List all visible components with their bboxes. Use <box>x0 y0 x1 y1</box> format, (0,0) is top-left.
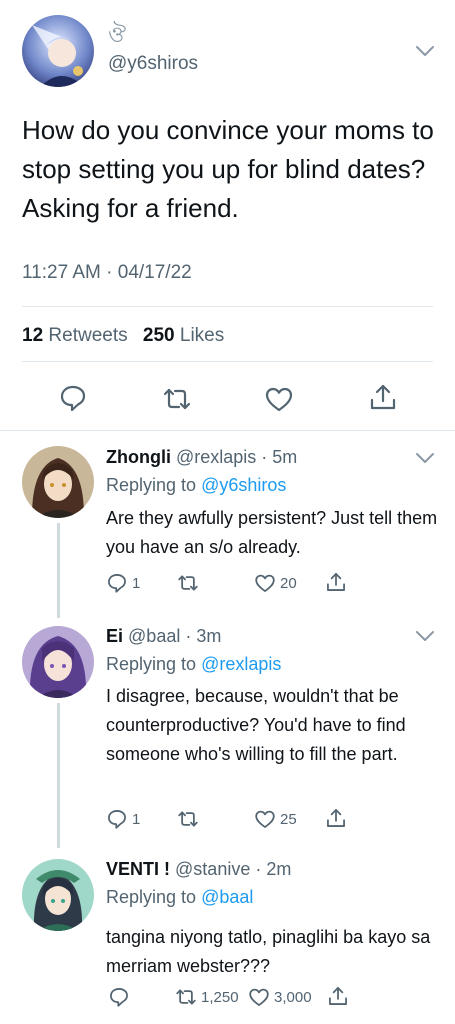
reply-count: 1 <box>132 810 141 828</box>
retweets-count[interactable]: 12 <box>22 325 43 346</box>
retweet-count: 1,250 <box>201 988 239 1006</box>
like-count: 25 <box>280 810 297 828</box>
reply-count: 1 <box>132 574 141 592</box>
share-icon[interactable] <box>368 382 398 412</box>
retweet-button[interactable] <box>177 572 203 594</box>
like-button[interactable]: 20 <box>254 572 297 594</box>
reply-button[interactable] <box>108 986 134 1008</box>
likes-label[interactable]: Likes <box>180 325 224 346</box>
share-icon <box>329 987 347 1005</box>
reply-text: I disagree, because, wouldn't that be co… <box>106 686 406 764</box>
reply-header: VENTI ! @stanive · 2m <box>106 859 291 880</box>
tweet-stats: 12 Retweets 250 Likes <box>22 325 224 347</box>
retweet-icon[interactable] <box>162 384 192 414</box>
like-icon <box>255 574 275 592</box>
reply-tweet[interactable]: Zhongli @rexlapis · 5m Replying to @y6sh… <box>0 431 455 618</box>
divider <box>22 306 433 307</box>
replying-to: Replying to @rexlapis <box>106 654 281 675</box>
avatar[interactable] <box>22 446 94 518</box>
replying-to-label: Replying to <box>106 475 197 495</box>
chevron-down-icon[interactable] <box>414 451 436 465</box>
reply-text: Are they awfully persistent? Just tell t… <box>106 508 438 557</box>
reply-icon <box>108 810 126 829</box>
reply-button[interactable]: 1 <box>106 572 140 594</box>
avatar[interactable] <box>22 626 94 698</box>
mention-link[interactable]: @rexlapis <box>201 654 281 674</box>
reply-header: Zhongli @rexlapis · 5m <box>106 447 297 468</box>
display-name[interactable]: Ei <box>106 626 123 646</box>
like-icon <box>249 988 269 1006</box>
retweet-button[interactable] <box>177 808 203 830</box>
display-name[interactable]: VENTI ! <box>106 859 170 879</box>
mention-link[interactable]: @y6shiros <box>201 475 286 495</box>
retweet-icon <box>176 989 196 1005</box>
handle-time[interactable]: @stanive · 2m <box>175 859 291 879</box>
like-count: 3,000 <box>274 988 312 1006</box>
main-tweet: ঔ @y6shiros How do you convince your mom… <box>0 0 455 430</box>
share-button[interactable] <box>325 571 351 593</box>
reply-button[interactable]: 1 <box>106 808 140 830</box>
like-icon[interactable] <box>264 384 294 414</box>
handle-time[interactable]: @baal · 3m <box>128 626 221 646</box>
display-name[interactable]: Zhongli <box>106 447 171 467</box>
avatar[interactable] <box>22 859 94 931</box>
thread-line <box>57 523 60 618</box>
share-button[interactable] <box>325 807 351 829</box>
reply-tweet[interactable]: VENTI ! @stanive · 2m Replying to @baal … <box>0 844 455 1024</box>
replying-to: Replying to @baal <box>106 887 253 908</box>
handle-time[interactable]: @rexlapis · 5m <box>176 447 297 467</box>
user-handle[interactable]: @y6shiros <box>108 53 198 75</box>
reply-header: Ei @baal · 3m <box>106 626 221 647</box>
likes-count[interactable]: 250 <box>143 325 175 346</box>
reply-icon <box>108 574 126 593</box>
chevron-down-icon[interactable] <box>414 629 436 643</box>
share-button[interactable] <box>327 985 353 1007</box>
chevron-down-icon[interactable] <box>414 44 436 58</box>
like-icon <box>255 810 275 828</box>
like-count: 20 <box>280 574 297 592</box>
reply-tweet[interactable]: Ei @baal · 3m Replying to @rexlapis I di… <box>0 611 455 848</box>
replying-to: Replying to @y6shiros <box>106 475 286 496</box>
divider <box>22 361 433 362</box>
replying-to-label: Replying to <box>106 887 197 907</box>
avatar[interactable] <box>22 15 94 87</box>
tweet-timestamp[interactable]: 11:27 AM · 04/17/22 <box>22 262 192 284</box>
retweets-label[interactable]: Retweets <box>48 325 127 346</box>
retweet-button[interactable]: 1,250 <box>175 986 239 1008</box>
tweet-text: How do you convince your moms to stop se… <box>22 115 434 223</box>
share-icon <box>327 573 345 591</box>
like-button[interactable]: 25 <box>254 808 297 830</box>
share-icon <box>327 809 345 827</box>
reply-text: tangina niyong tatlo, pinaglihi ba kayo … <box>106 927 431 976</box>
retweet-icon <box>178 575 198 591</box>
display-name[interactable]: ঔ <box>108 24 126 46</box>
retweet-icon <box>178 811 198 827</box>
like-button[interactable]: 3,000 <box>248 986 312 1008</box>
replying-to-label: Replying to <box>106 654 197 674</box>
mention-link[interactable]: @baal <box>201 887 253 907</box>
reply-icon[interactable] <box>58 383 88 413</box>
reply-icon <box>110 988 128 1007</box>
thread-line <box>57 703 60 848</box>
